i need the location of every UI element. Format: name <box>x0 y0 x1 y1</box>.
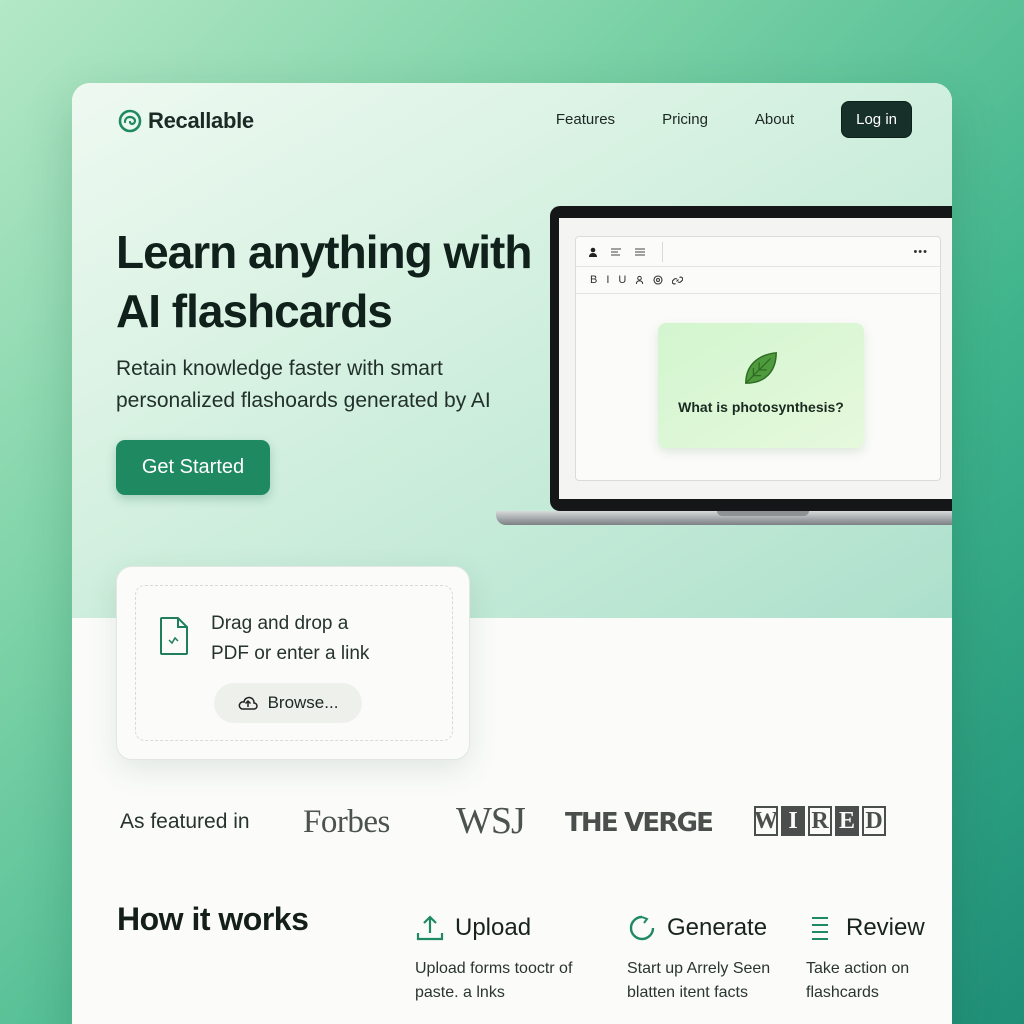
editor-toolbar-format: B I U <box>576 267 940 294</box>
forbes-logo: Forbes <box>303 804 390 840</box>
file-icon <box>160 617 188 655</box>
step-title: Upload <box>455 914 532 941</box>
person-icon[interactable] <box>635 275 644 285</box>
hero-title: Learn anything with AI flashcards <box>116 226 532 337</box>
more-icon[interactable]: ••• <box>913 246 928 258</box>
laptop-notch <box>717 511 809 516</box>
person-icon[interactable] <box>588 247 598 257</box>
brand-name: Recallable <box>148 108 254 133</box>
step-description: Take action on flashcards <box>806 960 910 1001</box>
upload-cloud-icon <box>238 696 258 710</box>
flashcard-question: What is photosynthesis? <box>678 399 844 415</box>
featured-label: As featured in <box>120 810 250 833</box>
nav-about[interactable]: About <box>755 111 794 128</box>
upload-icon <box>416 915 444 941</box>
landing-page: Recallable Features Pricing About Log in… <box>72 83 952 1024</box>
step-generate: Generate Start up Arrely Seen blatten it… <box>627 913 797 1005</box>
brand-logo[interactable]: Recallable <box>118 108 254 134</box>
nav-features[interactable]: Features <box>556 111 615 128</box>
italic-button[interactable]: I <box>606 274 609 286</box>
bold-button[interactable]: B <box>590 274 597 286</box>
flashcard-editor: ••• B I U What is photosynthesis? <box>575 236 941 481</box>
get-started-button[interactable]: Get Started <box>116 440 270 495</box>
step-description: Start up Arrely Seen blatten itent facts <box>627 960 771 1001</box>
laptop-display: ••• B I U What is photosynthesis? <box>559 218 952 499</box>
dropzone-line-2: PDF or enter a link <box>211 643 370 664</box>
browse-label: Browse... <box>267 693 339 712</box>
step-description: Upload forms tooctr of paste. a lnks <box>415 960 573 1001</box>
dropzone-text: Drag and drop a PDF or enter a link <box>211 609 411 669</box>
upload-card: Drag and drop a PDF or enter a link Brow… <box>116 566 470 760</box>
flashcard[interactable]: What is photosynthesis? <box>658 323 864 448</box>
wired-logo: WIRED <box>754 806 886 836</box>
how-it-works-title: How it works <box>117 901 309 937</box>
top-nav: Features Pricing About Log in <box>556 101 912 138</box>
link-icon[interactable] <box>672 275 684 286</box>
laptop-screen: ••• B I U What is photosynthesis? <box>550 206 952 511</box>
brain-icon <box>118 109 142 133</box>
the-verge-logo: THE VERGE <box>565 808 714 838</box>
step-review: Review Take action on flashcards <box>806 913 946 1005</box>
step-upload: Upload Upload forms tooctr of paste. a l… <box>415 913 605 1005</box>
emoji-icon[interactable] <box>653 275 663 285</box>
hero-subtitle: Retain knowledge faster with smart perso… <box>116 357 491 412</box>
toolbar-divider <box>662 241 663 262</box>
dropzone[interactable]: Drag and drop a PDF or enter a link Brow… <box>135 585 453 741</box>
login-button[interactable]: Log in <box>841 101 912 138</box>
wsj-logo: WSJ <box>456 800 526 842</box>
editor-toolbar-top: ••• <box>576 237 940 267</box>
step-title: Generate <box>667 914 768 941</box>
step-title: Review <box>846 914 925 941</box>
align-icon[interactable] <box>610 247 622 257</box>
list-icon <box>812 917 828 940</box>
dropzone-line-1: Drag and drop a <box>211 613 349 634</box>
underline-button[interactable]: U <box>618 274 626 286</box>
refresh-icon <box>629 915 655 941</box>
nav-pricing[interactable]: Pricing <box>662 111 708 128</box>
list-icon[interactable] <box>634 247 646 257</box>
leaf-icon <box>745 352 777 384</box>
browse-button[interactable]: Browse... <box>214 683 362 723</box>
